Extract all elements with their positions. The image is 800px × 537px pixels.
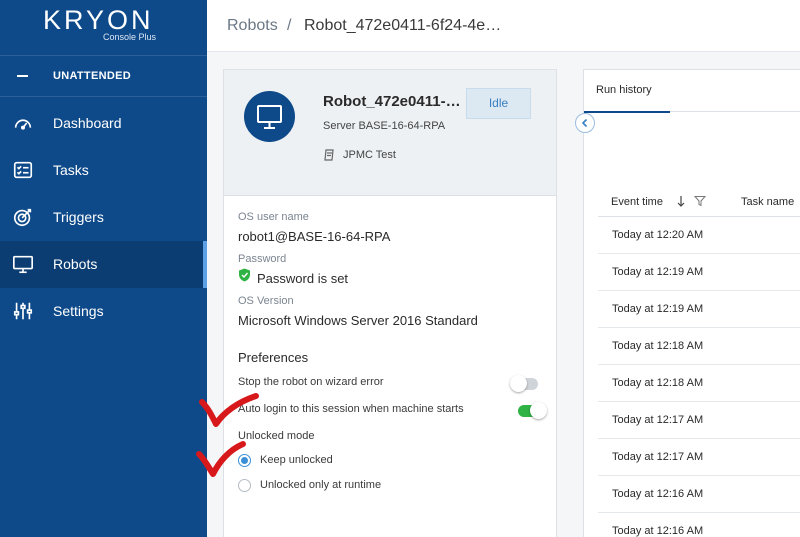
breadcrumb-current: Robot_472e0411-6f24-4e… [304,17,502,34]
sort-down-icon[interactable] [676,195,686,207]
annotation-check-icon [196,441,246,477]
page-header: Robots / Robot_472e0411-6f24-4e… [207,0,800,52]
server-name: Server BASE-16-64-RPA [323,120,446,132]
unlocked-runtime-radio[interactable] [238,479,251,492]
shield-check-icon [239,268,250,282]
toggle-knob [530,402,547,419]
event-time-cell: Today at 12:17 AM [612,414,704,426]
annotation-check-icon [199,393,259,427]
event-time-cell: Today at 12:19 AM [612,266,704,278]
breadcrumb-robots-link[interactable]: Robots [227,17,278,35]
sidebar-item-robots[interactable]: Robots [0,241,207,288]
column-header-task-name[interactable]: Task name [741,196,794,208]
table-row[interactable]: Today at 12:17 AM [598,402,800,439]
table-row[interactable]: Today at 12:16 AM [598,476,800,513]
brand-logo[interactable]: KRYON Console Plus [0,0,207,48]
collapse-panel-button[interactable] [575,113,595,133]
gauge-icon [14,119,32,130]
sidebar-item-dashboard[interactable]: Dashboard [0,100,207,147]
sidebar-item-label: Triggers [53,209,104,225]
breadcrumb-separator: / [287,17,292,34]
filter-icon[interactable] [694,195,706,207]
event-time-cell: Today at 12:19 AM [612,303,704,315]
preferences-title: Preferences [238,350,309,365]
sidebar-item-label: Dashboard [53,115,122,131]
event-time-cell: Today at 12:16 AM [612,488,704,500]
robot-group: JPMC Test [343,149,396,161]
avatar [244,91,295,142]
status-badge[interactable]: Idle [466,88,531,119]
auto-login-label: Auto login to this session when machine … [238,403,464,415]
keep-unlocked-label[interactable]: Keep unlocked [260,454,333,466]
event-time-cell: Today at 12:20 AM [612,229,704,241]
os-user-value: robot1@BASE-16-64-RPA [238,229,391,244]
brand-subtitle: Console Plus [103,32,157,42]
sidebar-item-label: Tasks [53,162,89,178]
sidebar-item-label: Settings [53,303,104,319]
event-time-cell: Today at 12:18 AM [612,340,704,352]
table-row[interactable]: Today at 12:17 AM [598,439,800,476]
run-history-panel: Run history Event time Task name Today a… [575,69,800,537]
table-row[interactable]: Today at 12:19 AM [598,291,800,328]
robot-summary: Robot_472e0411-… Idle Server BASE-16-64-… [224,70,556,196]
checklist-icon [13,161,33,179]
event-time-cell: Today at 12:17 AM [612,451,704,463]
table-row[interactable]: Today at 12:18 AM [598,328,800,365]
column-header-event-time[interactable]: Event time [611,196,663,208]
tab-run-history[interactable]: Run history [584,70,670,113]
robot-name: Robot_472e0411-… [323,93,461,110]
table-row[interactable]: Today at 12:19 AM [598,254,800,291]
tab-label: Run history [596,84,652,96]
table-row[interactable]: Today at 12:18 AM [598,365,800,402]
sliders-icon [13,302,33,320]
os-version-label: OS Version [238,295,294,307]
chevron-left-icon [581,118,588,128]
stop-on-error-label: Stop the robot on wizard error [238,376,384,388]
auto-login-toggle[interactable] [518,402,547,419]
document-icon [324,149,334,161]
collapse-dash-icon [17,75,28,77]
event-time-cell: Today at 12:16 AM [612,525,704,537]
section-label: UNATTENDED [53,70,131,82]
os-version-value: Microsoft Windows Server 2016 Standard [238,313,478,328]
toggle-knob [510,375,527,392]
unlocked-runtime-label[interactable]: Unlocked only at runtime [260,479,381,491]
target-icon [13,208,32,227]
table-row[interactable]: Today at 12:20 AM [598,217,800,254]
os-user-label: OS user name [238,211,309,223]
table-row[interactable]: Today at 12:16 AM [598,513,800,537]
sidebar-item-settings[interactable]: Settings [0,288,207,335]
sidebar: KRYON Console Plus UNATTENDED Dashboard … [0,0,207,537]
stop-on-error-toggle[interactable] [510,375,538,392]
event-time-cell: Today at 12:18 AM [612,377,704,389]
monitor-icon [257,105,282,129]
sidebar-section-unattended[interactable]: UNATTENDED [0,55,207,97]
monitor-icon [13,255,33,274]
sidebar-item-triggers[interactable]: Triggers [0,194,207,241]
sidebar-item-tasks[interactable]: Tasks [0,147,207,194]
history-tabs: Run history [584,70,800,113]
password-value: Password is set [257,271,349,286]
robot-details-card: Robot_472e0411-… Idle Server BASE-16-64-… [223,69,557,537]
password-label: Password [238,253,287,265]
sidebar-item-label: Robots [53,256,98,272]
